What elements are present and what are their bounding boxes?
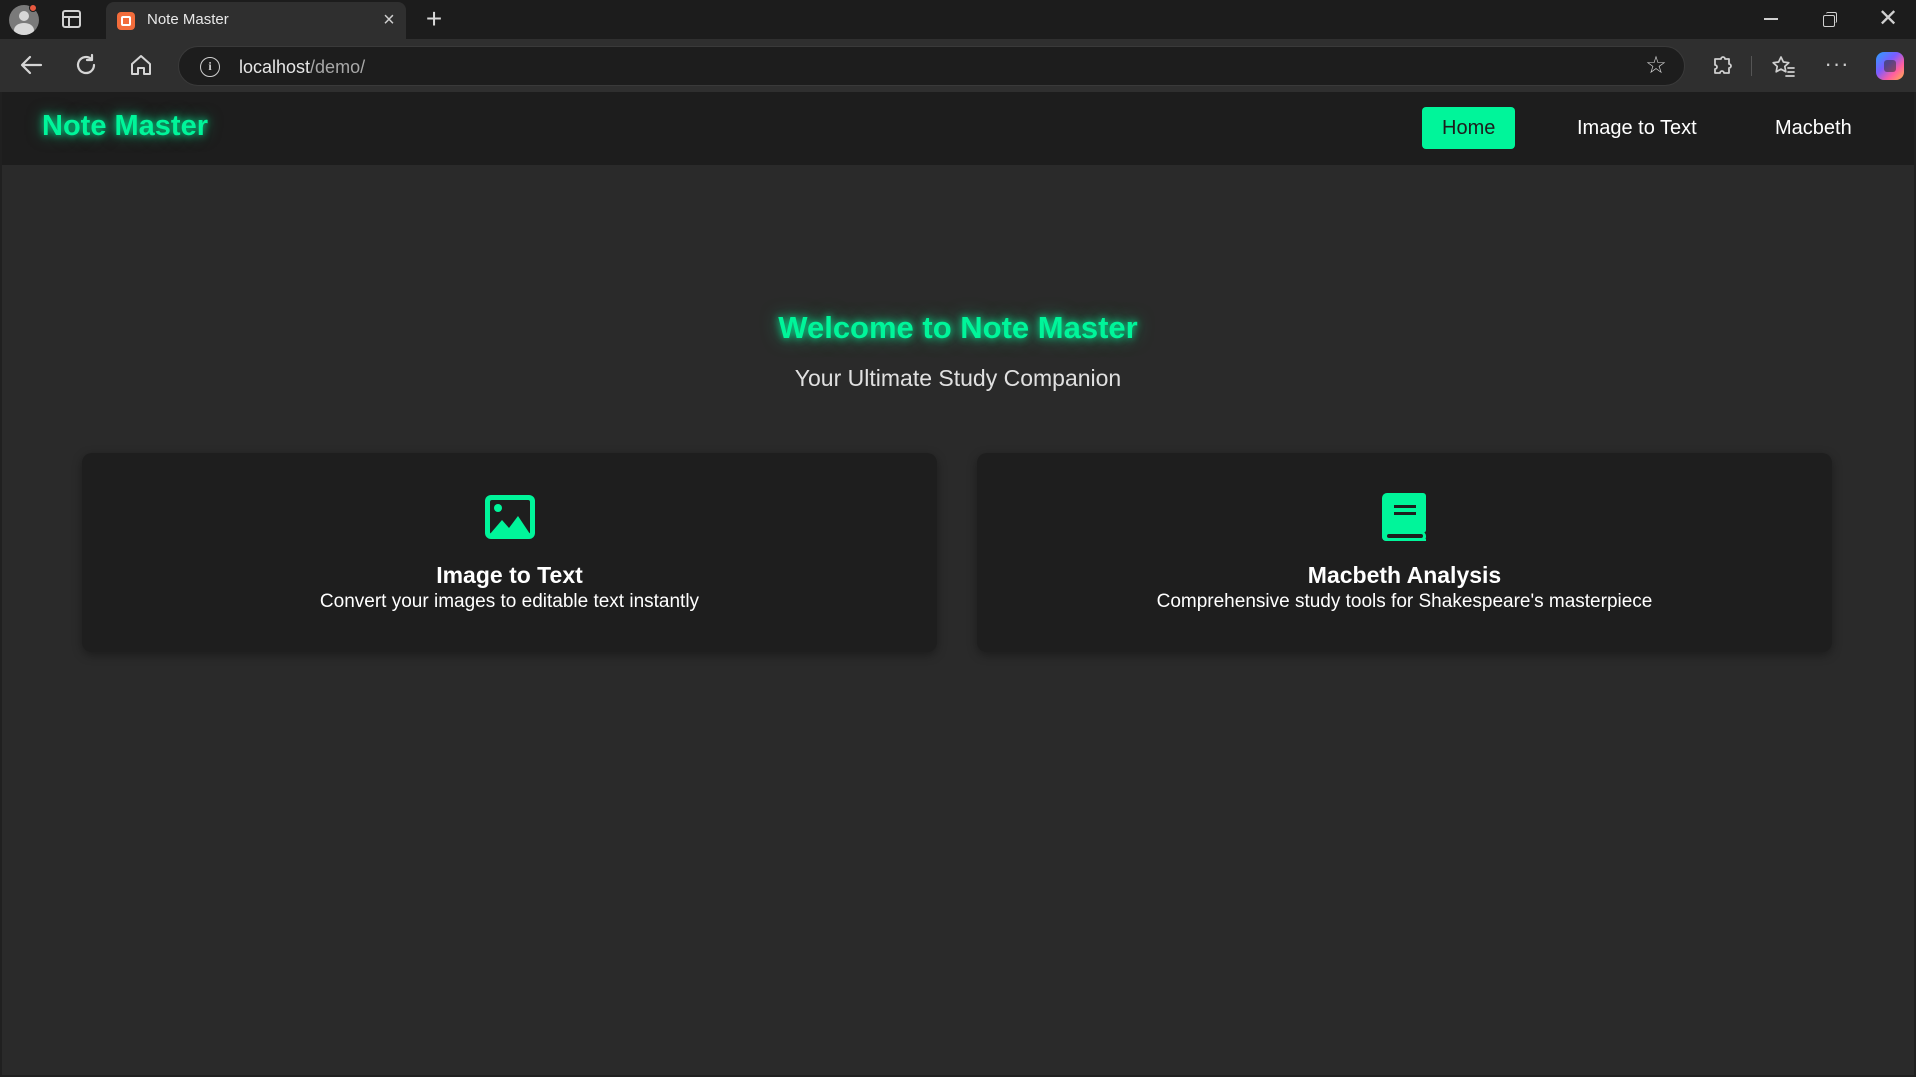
favorite-star-icon[interactable]: ☆ (1642, 52, 1670, 80)
window-restore-icon[interactable] (1823, 12, 1837, 27)
window-minimize-icon[interactable] (1764, 18, 1778, 20)
hero-subtitle: Your Ultimate Study Companion (794, 365, 1122, 391)
xampp-favicon-icon (117, 12, 135, 30)
browser-tab[interactable]: Note Master × (106, 2, 406, 39)
book-icon (1378, 493, 1432, 541)
url-host: localhost (239, 57, 311, 77)
card-description: Convert your images to editable text ins… (319, 591, 700, 612)
url-text[interactable]: localhost/demo/ (239, 57, 365, 78)
hero-title: Welcome to Note Master (778, 310, 1138, 345)
copilot-icon[interactable] (1876, 52, 1904, 80)
nav-link-label: Home (1442, 117, 1496, 139)
card-description: Comprehensive study tools for Shakespear… (1156, 591, 1653, 612)
image-icon (483, 493, 537, 541)
new-tab-icon[interactable]: + (420, 4, 448, 34)
card-title: Macbeth Analysis (1307, 562, 1502, 588)
site-navbar: Note Master Home Image to Text Macbeth (2, 92, 1914, 165)
browser-tab-strip: Note Master × + ✕ (0, 0, 1916, 39)
back-arrow-icon[interactable] (15, 49, 47, 81)
feature-card-image-to-text[interactable]: Image to Text Convert your images to edi… (82, 453, 937, 652)
favorites-icon[interactable] (1768, 51, 1798, 81)
url-path: /demo/ (310, 57, 366, 77)
home-icon[interactable] (125, 49, 157, 81)
more-options-icon[interactable]: ··· (1822, 51, 1852, 81)
workspaces-icon[interactable] (62, 10, 81, 28)
tab-title: Note Master (147, 11, 229, 28)
site-info-icon[interactable]: i (200, 57, 220, 77)
nav-link-label: Macbeth (1775, 117, 1852, 139)
browser-toolbar: i localhost/demo/ ☆ ··· (0, 39, 1916, 92)
tab-close-icon[interactable]: × (378, 8, 400, 32)
card-title: Image to Text (436, 562, 583, 588)
address-bar[interactable]: i localhost/demo/ ☆ (178, 46, 1685, 86)
nav-link-macbeth[interactable]: Macbeth (1775, 107, 1852, 149)
toolbar-separator (1751, 56, 1752, 76)
web-page: Note Master Home Image to Text Macbeth W… (2, 92, 1914, 1075)
window-close-icon[interactable]: ✕ (1876, 4, 1900, 34)
profile-notification-dot (29, 4, 37, 12)
nav-link-image-to-text[interactable]: Image to Text (1577, 107, 1697, 149)
reload-icon[interactable] (70, 49, 102, 81)
nav-link-home[interactable]: Home (1422, 107, 1516, 149)
site-logo[interactable]: Note Master (42, 110, 208, 143)
extensions-icon[interactable] (1707, 51, 1737, 81)
nav-link-label: Image to Text (1577, 117, 1697, 139)
feature-card-macbeth-analysis[interactable]: Macbeth Analysis Comprehensive study too… (977, 453, 1832, 652)
